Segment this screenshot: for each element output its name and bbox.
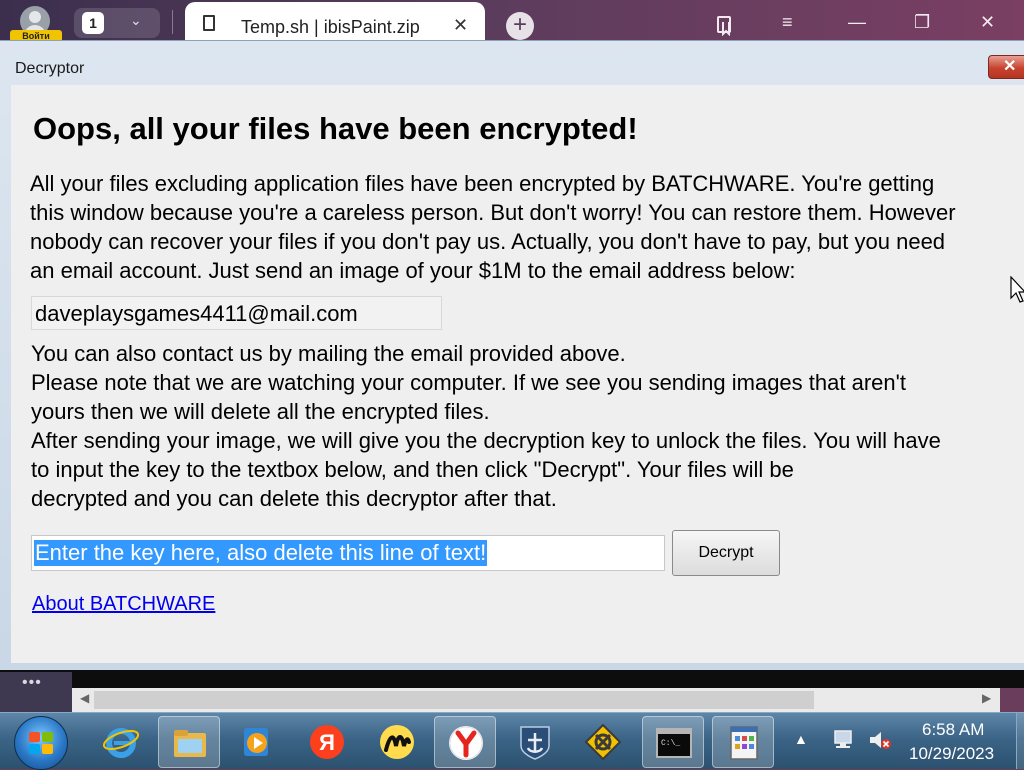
chevron-down-icon: ⌄ xyxy=(130,12,142,28)
tray-expand-icon[interactable]: ▲ xyxy=(794,731,808,747)
decrypt-button[interactable]: Decrypt xyxy=(672,530,780,576)
taskbar-media-player[interactable] xyxy=(226,716,288,768)
horizontal-scrollbar[interactable]: ◀ ▶ xyxy=(72,688,1000,712)
intro-line: All your files excluding application fil… xyxy=(30,171,935,196)
scrollbar-thumb[interactable] xyxy=(94,691,814,709)
key-input-selected-text: Enter the key here, also delete this lin… xyxy=(34,540,488,566)
scroll-left-icon[interactable]: ◀ xyxy=(80,691,89,705)
background-strip xyxy=(0,670,1024,688)
minimize-icon[interactable]: — xyxy=(848,12,866,32)
window-title: Decryptor xyxy=(15,60,85,77)
taskbar-world-of-warships[interactable] xyxy=(504,716,566,768)
clock-date[interactable]: 10/29/2023 xyxy=(909,744,994,764)
volume-muted-icon[interactable] xyxy=(868,729,892,751)
mouse-cursor-icon xyxy=(1010,276,1024,303)
body-line: to input the key to the textbox below, a… xyxy=(31,457,794,482)
body-line: yours then we will delete all the encryp… xyxy=(31,399,490,424)
window-app-icon xyxy=(730,726,758,760)
intro-line: nobody can recover your files if you don… xyxy=(30,229,946,254)
window-close-button[interactable]: ✕ xyxy=(988,55,1024,79)
taskbar-yandex[interactable]: Я xyxy=(296,716,358,768)
windows-logo-icon xyxy=(29,732,53,754)
body-line: You can also contact us by mailing the e… xyxy=(31,341,626,366)
document-icon xyxy=(203,15,215,31)
body-line: After sending your image, we will give y… xyxy=(31,428,941,453)
internet-explorer-icon xyxy=(102,728,140,758)
bookmarks-icon[interactable] xyxy=(714,14,736,36)
game-icon xyxy=(584,724,622,760)
decryption-key-input[interactable]: Enter the key here, also delete this lin… xyxy=(31,535,665,571)
taskbar-command-prompt[interactable]: C:\_ xyxy=(642,716,704,768)
menu-icon[interactable]: ≡ xyxy=(782,12,793,32)
clock-time[interactable]: 6:58 AM xyxy=(922,720,984,740)
taskbar-game[interactable] xyxy=(572,716,634,768)
close-window-icon[interactable]: ✕ xyxy=(980,12,995,32)
intro-line: this window because you're a careless pe… xyxy=(30,200,956,225)
body-line: decrypted and you can delete this decryp… xyxy=(31,486,557,511)
restore-icon[interactable]: ❐ xyxy=(914,12,930,32)
ransom-headline: Oops, all your files have been encrypted… xyxy=(33,111,638,146)
taskbar-control-panel[interactable] xyxy=(712,716,774,768)
taskbar-yandex-browser[interactable] xyxy=(434,716,496,768)
browser-tab-strip: Войти 1 ⌄ Temp.sh | ibisPaint.zip ✕ + ≡ … xyxy=(0,0,1024,42)
new-tab-button[interactable]: + xyxy=(506,12,534,40)
intro-line: an email account. Just send an image of … xyxy=(30,258,796,283)
tab-close-icon[interactable]: ✕ xyxy=(453,15,468,36)
tab-count-button[interactable]: 1 ⌄ xyxy=(74,8,160,38)
scroll-right-icon[interactable]: ▶ xyxy=(982,691,991,705)
show-desktop-button[interactable] xyxy=(1016,713,1024,769)
body-line: Please note that we are watching your co… xyxy=(31,370,906,395)
decryptor-window: Decryptor ✕ Oops, all your files have be… xyxy=(0,40,1024,671)
taskbar: Я C:\_ ▲ 6:58 AM 10/29/2023 xyxy=(0,712,1024,770)
taskbar-internet-explorer[interactable] xyxy=(90,716,152,768)
start-button[interactable] xyxy=(14,716,68,770)
tab-separator xyxy=(172,10,173,34)
tab-count-value: 1 xyxy=(82,12,104,34)
taskbar-yandex-music[interactable] xyxy=(366,716,428,768)
dots-icon: ••• xyxy=(22,674,42,691)
folder-icon xyxy=(174,730,206,757)
about-batchware-link[interactable]: About BATCHWARE xyxy=(32,593,215,616)
yandex-music-icon xyxy=(380,725,414,759)
taskbar-file-explorer[interactable] xyxy=(158,716,220,768)
email-address-field[interactable]: daveplaysgames4411@mail.com xyxy=(31,296,442,330)
tab-title: Temp.sh | ibisPaint.zip xyxy=(241,17,420,37)
warships-anchor-icon xyxy=(520,726,550,760)
svg-text:Я: Я xyxy=(319,730,335,755)
more-options-button[interactable]: ••• xyxy=(0,672,72,712)
network-icon[interactable] xyxy=(832,729,856,751)
command-prompt-icon: C:\_ xyxy=(656,728,692,758)
yandex-browser-icon xyxy=(449,726,483,760)
yandex-icon: Я xyxy=(310,725,344,759)
window-client-area: Oops, all your files have been encrypted… xyxy=(11,85,1024,663)
email-address-text: daveplaysgames4411@mail.com xyxy=(35,301,358,326)
media-player-icon xyxy=(244,728,268,756)
browser-tab-active[interactable]: Temp.sh | ibisPaint.zip ✕ xyxy=(185,2,485,42)
svg-text:C:\_: C:\_ xyxy=(661,739,680,748)
